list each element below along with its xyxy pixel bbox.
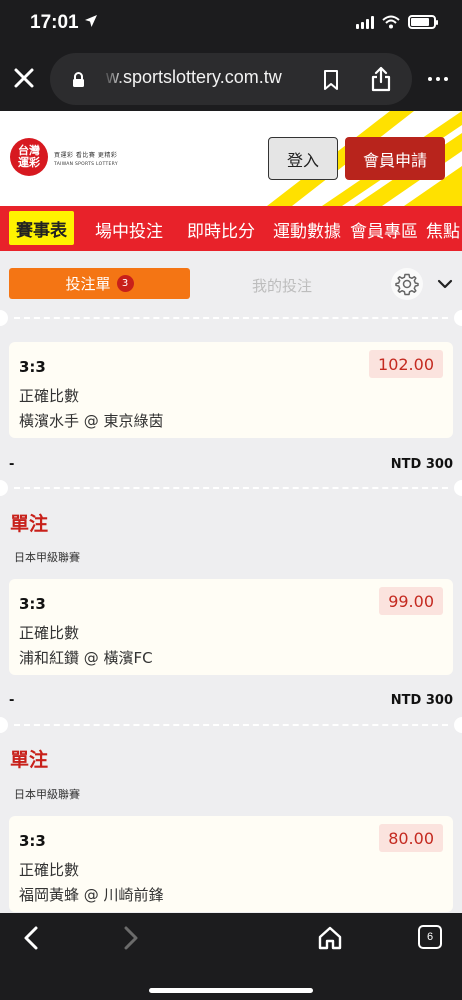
stake-placeholder: -: [9, 457, 15, 472]
ticket-divider: [0, 717, 462, 733]
bet-market: 正確比數: [19, 624, 80, 642]
stake-placeholder: -: [9, 693, 15, 708]
tabs-button[interactable]: 6: [418, 925, 442, 949]
bet-card: 3:3 102.00 正確比數 橫濱水手 @ 東京綠茵: [9, 342, 453, 438]
stake-row: - NTD 300: [0, 457, 462, 477]
logo-wordmark: 買運彩 看比賽 更精彩 TAIWAN SPORTS LOTTERY: [54, 152, 118, 167]
chevron-down-icon[interactable]: [437, 278, 453, 290]
bookmark-icon[interactable]: [323, 70, 339, 90]
nav-item-live-scores[interactable]: 即時比分: [187, 217, 255, 242]
status-bar: 17:01: [0, 0, 462, 48]
site-logo[interactable]: 台灣 運彩: [10, 138, 48, 176]
stake-amount[interactable]: NTD 300: [391, 693, 453, 708]
bet-card: 3:3 80.00 正確比數 福岡黃蜂 @ 川崎前鋒: [9, 816, 453, 912]
register-button[interactable]: 會員申請: [345, 137, 445, 180]
share-icon[interactable]: [370, 66, 392, 92]
site-header: 台灣 運彩 買運彩 看比賽 更精彩 TAIWAN SPORTS LOTTERY …: [0, 111, 462, 206]
bet-odds: 99.00: [379, 587, 443, 615]
betslip-panel: 投注單 3 我的投注 3:3 102.00 正確比數 橫濱水手 @ 東京綠茵 -…: [0, 251, 462, 913]
tab-betslip-label: 投注單: [65, 275, 111, 293]
league-name: 日本甲級聯賽: [14, 551, 80, 564]
betslip-count-badge: 3: [116, 275, 134, 292]
nav-item-sports-data[interactable]: 運動數據: [273, 217, 341, 242]
battery-icon: [408, 15, 438, 29]
bet-selection: 3:3: [19, 832, 46, 850]
cellular-signal-icon: [356, 15, 374, 29]
bet-match: 福岡黃蜂 @ 川崎前鋒: [19, 886, 164, 904]
back-arrow-icon[interactable]: [22, 925, 40, 951]
section-title-single: 單注: [10, 749, 49, 771]
betslip-tabs: 投注單 3 我的投注: [0, 251, 462, 301]
status-time: 17:01: [30, 12, 79, 33]
nav-item-live-betting[interactable]: 場中投注: [95, 217, 163, 242]
bet-selection: 3:3: [19, 358, 46, 376]
bet-match: 浦和紅鑽 @ 橫濱FC: [19, 649, 153, 667]
bet-odds: 80.00: [379, 824, 443, 852]
ticket-divider: [0, 480, 462, 496]
bet-selection: 3:3: [19, 595, 46, 613]
nav-item-focus[interactable]: 焦點: [426, 217, 460, 242]
forward-arrow-icon[interactable]: [122, 925, 140, 951]
wifi-icon: [382, 15, 400, 29]
gear-icon: [395, 273, 419, 296]
home-icon[interactable]: [318, 925, 342, 951]
bet-market: 正確比數: [19, 861, 80, 879]
tab-my-bets[interactable]: 我的投注: [252, 275, 312, 296]
bet-market: 正確比數: [19, 387, 80, 405]
more-options-icon[interactable]: [428, 77, 448, 81]
league-name: 日本甲級聯賽: [14, 788, 80, 801]
main-nav: 賽事表 場中投注 即時比分 運動數據 會員專區 焦點: [0, 206, 462, 251]
nav-item-member-area[interactable]: 會員專區: [350, 217, 418, 242]
tab-betslip[interactable]: 投注單 3: [9, 268, 190, 299]
ticket-divider: [0, 310, 462, 326]
close-icon[interactable]: [13, 67, 35, 89]
browser-address-bar: w.sportslottery.com.tw: [0, 48, 462, 111]
browser-toolbar: 6: [0, 913, 462, 1000]
section-title-single: 單注: [10, 513, 49, 535]
bet-odds: 102.00: [369, 350, 443, 378]
stake-amount[interactable]: NTD 300: [391, 457, 453, 472]
login-button[interactable]: 登入: [268, 137, 338, 180]
url-text: w.sportslottery.com.tw: [106, 67, 282, 87]
home-indicator: [149, 988, 313, 993]
url-field[interactable]: w.sportslottery.com.tw: [50, 53, 412, 105]
nav-item-schedule[interactable]: 賽事表: [9, 211, 74, 245]
settings-button[interactable]: [391, 268, 423, 300]
lock-icon: [73, 72, 84, 87]
location-arrow-icon: [85, 15, 97, 27]
stake-row: - NTD 300: [0, 693, 462, 713]
bet-card: 3:3 99.00 正確比數 浦和紅鑽 @ 橫濱FC: [9, 579, 453, 675]
bet-match: 橫濱水手 @ 東京綠茵: [19, 412, 164, 430]
